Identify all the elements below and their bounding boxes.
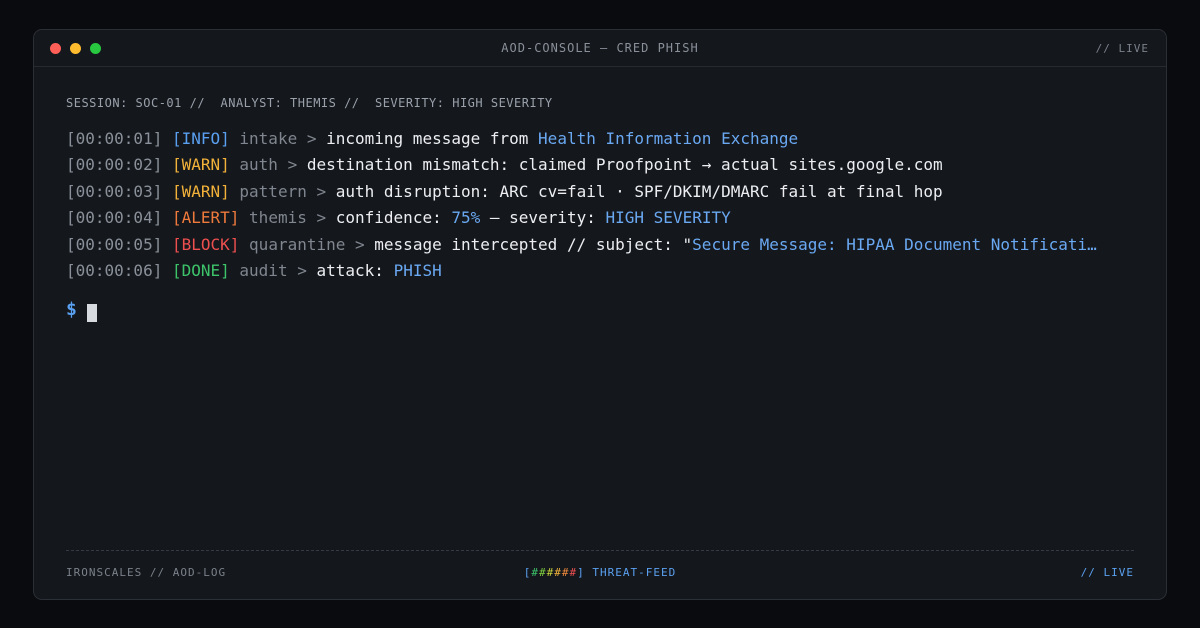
log-message: confidence:: [335, 208, 442, 228]
log-level-alert: [ALERT]: [171, 208, 240, 228]
log-highlight: Health Information Exchange: [538, 129, 799, 148]
log-timestamp: [00:00:04]: [66, 208, 163, 228]
log-line: [00:00:05] [BLOCK] quarantine > message …: [66, 232, 1141, 258]
footer-divider: [66, 550, 1134, 551]
log-output: [00:00:01] [INFO] intake > incoming mess…: [66, 126, 1141, 284]
prompt-symbol: $: [66, 299, 77, 320]
console-window: AOD-CONSOLE — CRED PHISH // LIVE SESSION…: [33, 29, 1167, 600]
feed-bar-segment: #: [531, 566, 539, 579]
log-source: audit >: [239, 260, 307, 280]
session-info: SESSION: SOC-01 // ANALYST: THEMIS // SE…: [66, 96, 553, 110]
window-title: AOD-CONSOLE — CRED PHISH: [501, 41, 699, 55]
log-message-continued: — severity:: [480, 208, 596, 228]
log-timestamp: [00:00:02]: [66, 155, 163, 175]
log-source: auth >: [239, 155, 298, 175]
live-status: // LIVE: [1095, 42, 1149, 55]
log-level-done: [DONE]: [171, 260, 230, 280]
feed-bar-segment: #: [539, 566, 547, 579]
log-line: [00:00:03] [WARN] pattern > auth disrupt…: [66, 179, 1141, 205]
log-line: [00:00:04] [ALERT] themis > confidence: …: [66, 205, 1141, 231]
log-timestamp: [00:00:05]: [66, 234, 163, 254]
log-source: pattern >: [239, 181, 327, 201]
log-message: auth disruption: ARC cv=fail · SPF/DKIM/…: [335, 181, 943, 201]
log-timestamp: [00:00:06]: [66, 260, 163, 280]
feed-bracket-close: ]: [577, 566, 585, 579]
log-source: intake >: [239, 129, 317, 148]
footer-live-status: // LIVE: [1080, 566, 1134, 579]
feed-bar-segment: #: [561, 566, 570, 579]
command-input-cursor[interactable]: [87, 304, 97, 322]
threat-feed-indicator: [######] THREAT-FEED: [34, 566, 1166, 579]
feed-bar-segment: #: [554, 566, 562, 579]
attack-type: PHISH: [393, 260, 442, 280]
threat-feed-label: THREAT-FEED: [592, 566, 677, 579]
email-subject: Secure Message: HIPAA Document Notificat…: [692, 234, 1097, 254]
severity-value: HIGH SEVERITY: [605, 208, 731, 228]
log-line: [00:00:01] [INFO] intake > incoming mess…: [66, 126, 1141, 152]
log-message: destination mismatch: claimed Proofpoint…: [306, 155, 943, 175]
feed-bar-segment: #: [569, 566, 578, 579]
log-source: quarantine >: [249, 234, 365, 254]
confidence-value: 75%: [451, 208, 481, 228]
log-timestamp: [00:00:03]: [66, 181, 163, 201]
log-line: [00:00:06] [DONE] audit > attack: PHISH: [66, 258, 1141, 284]
log-timestamp: [00:00:01]: [66, 129, 163, 148]
log-level-block: [BLOCK]: [171, 234, 240, 254]
title-bar: AOD-CONSOLE — CRED PHISH // LIVE: [34, 30, 1166, 67]
log-line: [00:00:02] [WARN] auth > destination mis…: [66, 152, 1141, 178]
log-message: message intercepted // subject: ": [374, 234, 693, 254]
log-source: themis >: [249, 208, 327, 228]
log-level-info: [INFO]: [171, 129, 230, 148]
log-level-warn: [WARN]: [171, 155, 230, 175]
log-message: attack:: [316, 260, 384, 280]
log-level-warn: [WARN]: [171, 181, 230, 201]
log-message: incoming message from: [326, 129, 529, 148]
